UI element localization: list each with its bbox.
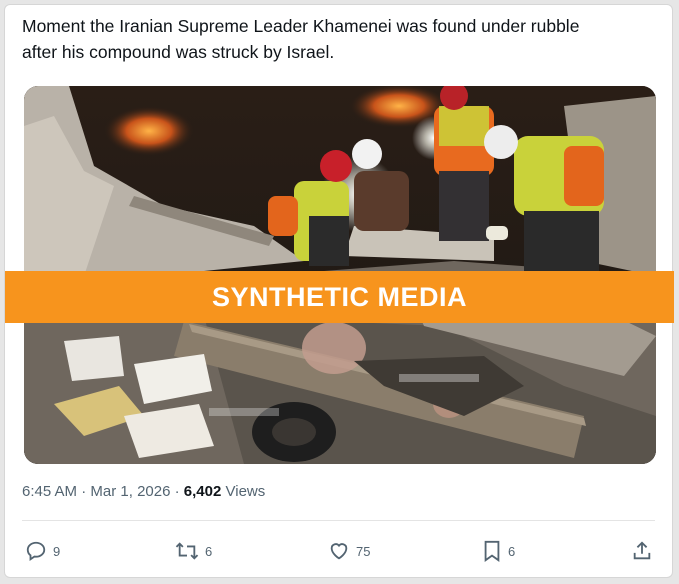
bookmark-button[interactable]: 6 xyxy=(482,536,515,566)
meta-separator: · xyxy=(81,483,91,500)
post-card: Moment the Iranian Supreme Leader Khamen… xyxy=(4,4,674,578)
views-label: Views xyxy=(225,483,266,500)
share-button[interactable] xyxy=(631,536,653,566)
post-text-line-2: after his compound was struck by Israel. xyxy=(22,42,335,62)
like-button[interactable]: 75 xyxy=(328,536,370,566)
bookmark-icon xyxy=(482,540,502,562)
reply-button[interactable]: 9 xyxy=(25,536,60,566)
repost-button[interactable]: 6 xyxy=(175,536,212,566)
post-time[interactable]: 6:45 AM xyxy=(22,483,77,500)
action-bar: 9 6 75 6 xyxy=(5,536,674,566)
meta-separator: · xyxy=(174,483,184,500)
reply-icon xyxy=(25,540,47,562)
bookmark-count: 6 xyxy=(508,543,516,559)
views-count: 6,402 xyxy=(183,483,222,500)
post-text: Moment the Iranian Supreme Leader Khamen… xyxy=(22,13,652,65)
action-divider xyxy=(22,520,655,521)
like-count: 75 xyxy=(356,543,371,559)
synthetic-media-label: SYNTHETIC MEDIA xyxy=(5,271,674,323)
reply-count: 9 xyxy=(53,543,61,559)
heart-icon xyxy=(328,540,350,562)
post-date[interactable]: Mar 1, 2026 xyxy=(90,483,170,500)
repost-icon xyxy=(175,540,199,562)
post-text-line-1: Moment the Iranian Supreme Leader Khamen… xyxy=(22,16,580,36)
repost-count: 6 xyxy=(205,543,213,559)
share-icon xyxy=(631,540,653,562)
post-metadata: 6:45 AM · Mar 1, 2026 · 6,402 Views xyxy=(22,483,265,500)
